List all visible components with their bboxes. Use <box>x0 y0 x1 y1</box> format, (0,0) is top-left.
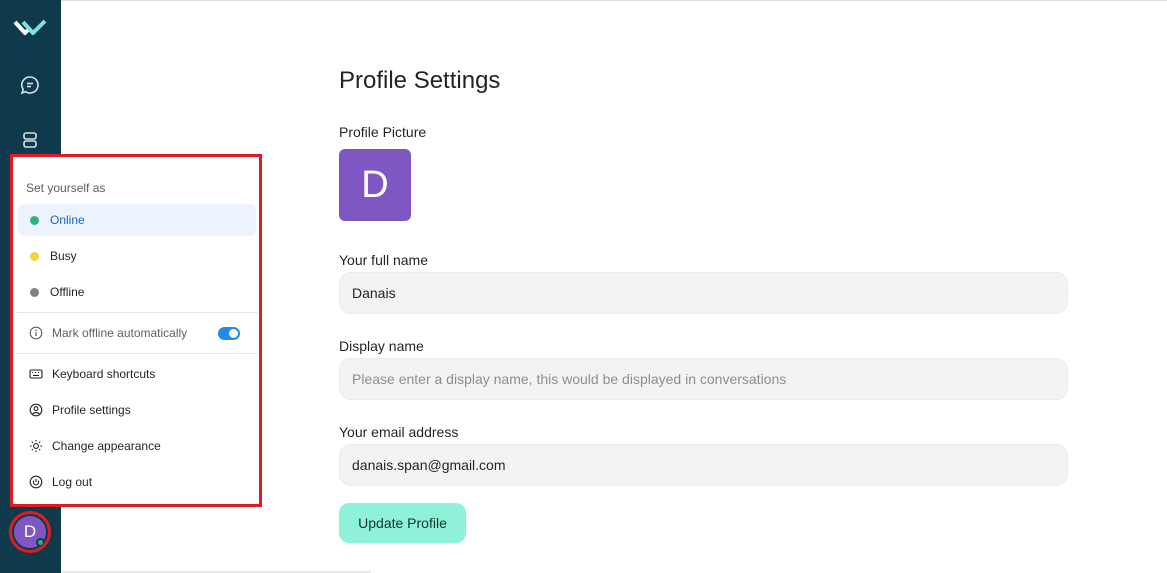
page-title: Profile Settings <box>339 67 501 94</box>
status-busy[interactable]: Busy <box>18 240 256 272</box>
menu-divider <box>17 353 258 354</box>
menu-item-label: Log out <box>52 475 93 489</box>
email-input[interactable] <box>339 444 1068 486</box>
power-icon <box>29 475 43 489</box>
change-appearance-item[interactable]: Change appearance <box>29 434 254 458</box>
status-label: Online <box>50 213 85 227</box>
online-dot-icon <box>30 215 39 225</box>
top-border <box>61 0 1167 1</box>
menu-item-label: Profile settings <box>52 403 131 417</box>
menu-item-label: Keyboard shortcuts <box>52 367 156 381</box>
profile-settings-item[interactable]: Profile settings <box>29 398 254 422</box>
log-out-item[interactable]: Log out <box>29 470 254 494</box>
display-name-label: Display name <box>339 338 424 354</box>
sun-icon <box>30 440 42 452</box>
keyboard-icon <box>29 369 43 379</box>
info-icon <box>29 326 43 340</box>
mark-offline-automatically[interactable]: Mark offline automatically <box>29 321 254 345</box>
status-menu: Set yourself as Online Busy Offline Mark… <box>10 154 262 507</box>
auto-offline-toggle[interactable] <box>218 326 240 340</box>
full-name-input[interactable] <box>339 272 1068 314</box>
menu-divider <box>17 312 258 313</box>
toggle-knob <box>229 328 238 338</box>
menu-item-label: Change appearance <box>52 439 161 453</box>
profile-picture-label: Profile Picture <box>339 124 427 140</box>
full-name-label: Your full name <box>339 252 428 268</box>
status-menu-heading: Set yourself as <box>26 181 106 195</box>
chat-bubble-icon[interactable] <box>18 73 42 97</box>
mark-offline-label: Mark offline automatically <box>52 326 188 340</box>
update-profile-button[interactable]: Update Profile <box>339 503 466 543</box>
offline-dot-icon <box>30 287 39 297</box>
profile-picture[interactable]: D <box>339 149 411 221</box>
email-label: Your email address <box>339 424 459 440</box>
status-label: Busy <box>50 249 77 263</box>
server-icon[interactable] <box>18 128 42 152</box>
status-online[interactable]: Online <box>18 204 256 236</box>
busy-dot-icon <box>30 251 39 261</box>
user-circle-icon <box>29 403 43 417</box>
status-label: Offline <box>50 285 85 299</box>
keyboard-shortcuts-item[interactable]: Keyboard shortcuts <box>29 362 254 386</box>
display-name-input[interactable] <box>339 358 1068 400</box>
avatar-highlight <box>9 511 51 553</box>
app-logo[interactable] <box>13 16 47 40</box>
user-avatar-button[interactable]: D <box>9 511 51 553</box>
status-offline[interactable]: Offline <box>18 276 256 308</box>
